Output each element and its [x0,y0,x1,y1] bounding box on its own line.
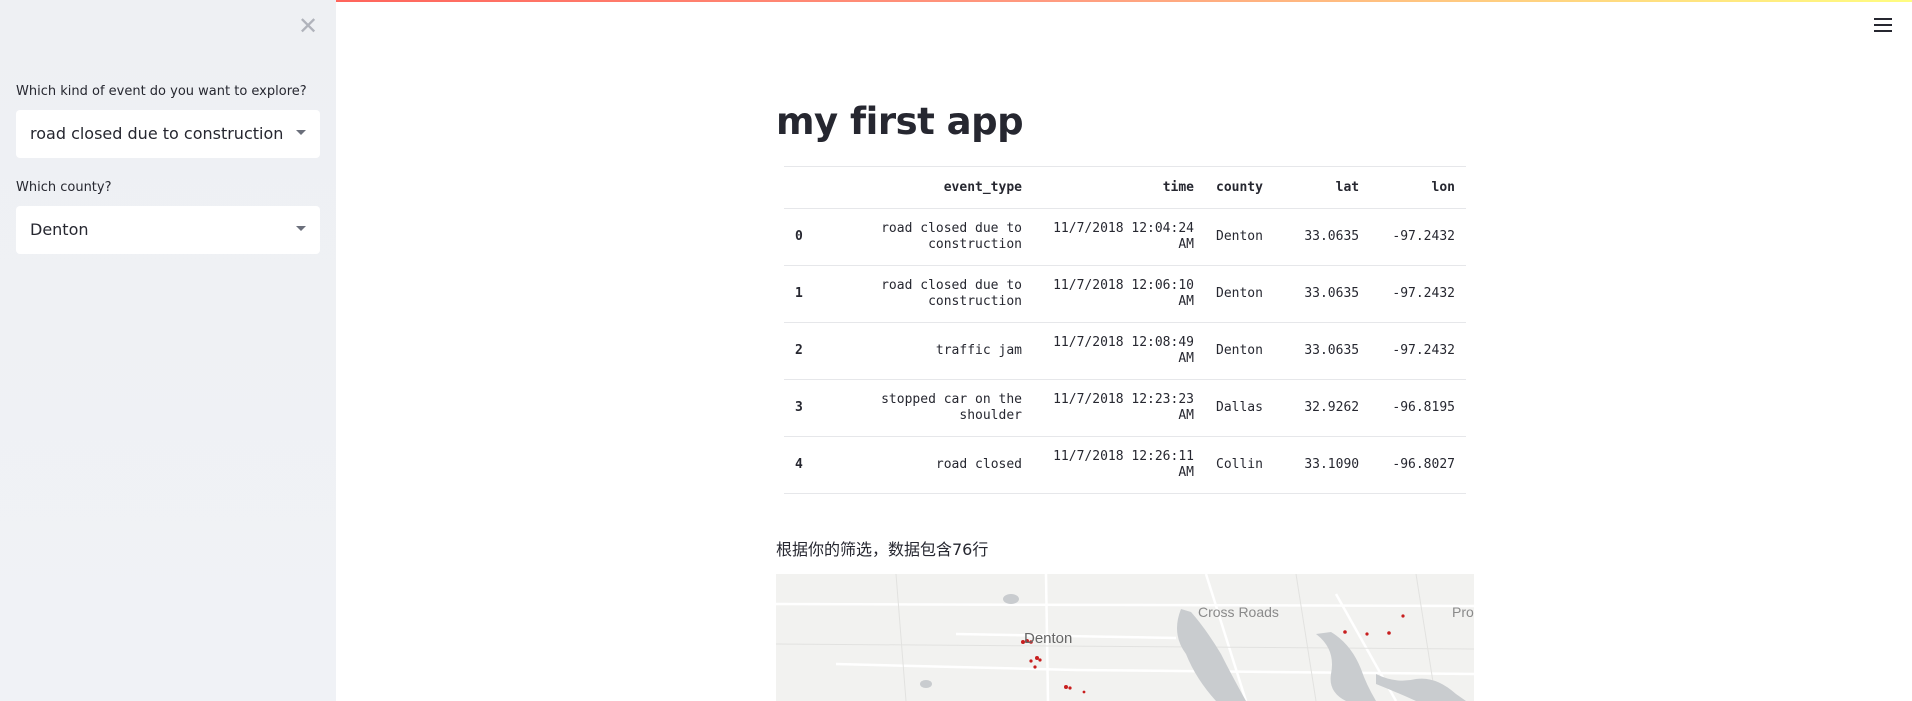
hamburger-menu-icon[interactable] [1874,18,1892,36]
cell-time: 11/7/2018 12:06:10 AM [1033,265,1205,323]
column-header-lat: lat [1283,166,1371,209]
cell-lon: -97.2432 [1370,265,1466,323]
row-index: 4 [784,436,826,494]
cell-county: Denton [1205,208,1284,266]
cell-lon: -97.2432 [1370,208,1466,266]
cell-county: Denton [1205,322,1284,380]
cell-lon: -96.8195 [1370,379,1466,437]
close-icon[interactable]: ✕ [296,14,320,38]
cell-event-type: road closed due to construction [826,265,1033,323]
cell-lon: -96.8027 [1370,436,1466,494]
map-basemap [776,574,1474,701]
row-index: 1 [784,265,826,323]
table-row: 4 road closed 11/7/2018 12:26:11 AM Coll… [784,436,1466,494]
cell-time: 11/7/2018 12:08:49 AM [1033,322,1205,380]
cell-county: Denton [1205,265,1284,323]
column-header-lon: lon [1370,166,1466,209]
county-select-label: Which county? [16,180,112,195]
county-select-value: Denton [30,220,89,239]
table-row: 0 road closed due to construction 11/7/2… [784,208,1466,266]
cell-lon: -97.2432 [1370,322,1466,380]
county-select[interactable]: Denton [16,206,320,254]
table-row: 1 road closed due to construction 11/7/2… [784,265,1466,323]
map-label-denton: Denton [1024,630,1073,647]
filter-summary-text: 根据你的筛选，数据包含76行 [776,540,989,559]
column-header-county: county [1205,166,1284,209]
row-index: 3 [784,379,826,437]
cell-time: 11/7/2018 12:04:24 AM [1033,208,1205,266]
map-label-pro: Pro [1452,604,1474,620]
map-label-cross-roads: Cross Roads [1198,604,1279,620]
cell-county: Dallas [1205,379,1284,437]
event-type-select[interactable]: road closed due to construction [16,110,320,158]
cell-event-type: stopped car on the shoulder [826,379,1033,437]
event-select-label: Which kind of event do you want to explo… [16,84,307,99]
cell-lat: 33.1090 [1283,436,1371,494]
table-header-row: event_type time county lat lon [784,166,1466,209]
event-type-select-value: road closed due to construction [30,124,284,143]
map-view[interactable]: Denton Cross Roads Pro [776,574,1474,701]
page-title: my first app [776,100,1024,143]
cell-lat: 33.0635 [1283,208,1371,266]
column-header-event-type: event_type [826,166,1033,209]
cell-county: Collin [1205,436,1284,494]
cell-lat: 33.0635 [1283,322,1371,380]
row-index: 0 [784,208,826,266]
cell-time: 11/7/2018 12:23:23 AM [1033,379,1205,437]
cell-event-type: road closed due to construction [826,208,1033,266]
table-row: 3 stopped car on the shoulder 11/7/2018 … [784,379,1466,437]
cell-time: 11/7/2018 12:26:11 AM [1033,436,1205,494]
sidebar: ✕ Which kind of event do you want to exp… [0,0,336,701]
column-header-index [784,166,826,209]
dataframe-table: event_type time county lat lon 0 road cl… [784,166,1466,494]
table-row: 2 traffic jam 11/7/2018 12:08:49 AM Dent… [784,322,1466,380]
chevron-down-icon [296,226,306,231]
column-header-time: time [1033,166,1205,209]
cell-event-type: traffic jam [826,322,1033,380]
row-index: 2 [784,322,826,380]
cell-event-type: road closed [826,436,1033,494]
cell-lat: 33.0635 [1283,265,1371,323]
chevron-down-icon [296,130,306,135]
cell-lat: 32.9262 [1283,379,1371,437]
